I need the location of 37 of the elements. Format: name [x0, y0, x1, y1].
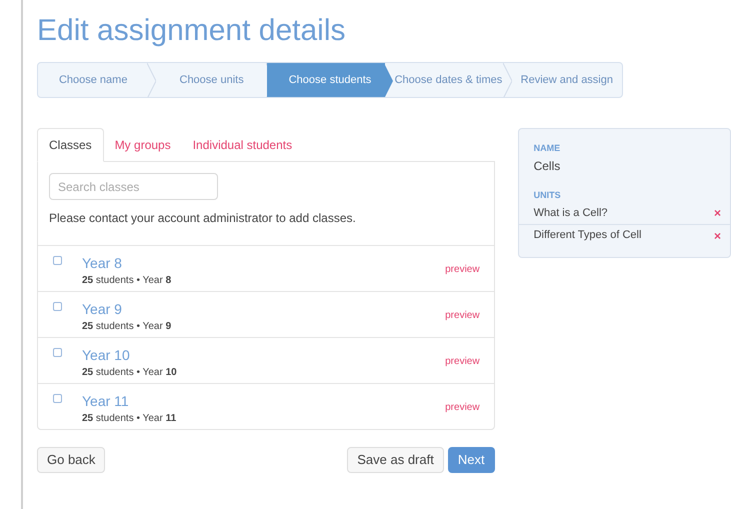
notice-text: Please contact your account administrator to add classes.	[49, 210, 357, 227]
class-meta: 25 students • Year 10	[82, 366, 178, 380]
step-tab[interactable]: Choose units	[148, 63, 267, 97]
checkbox[interactable]	[53, 302, 62, 311]
class-meta: 25 students • Year 9	[82, 320, 172, 334]
unit-name: Different Types of Cell	[534, 228, 642, 244]
class-name[interactable]: Year 10	[82, 347, 446, 363]
units-label: UNITS	[532, 188, 562, 202]
class-name[interactable]: Year 9	[82, 301, 446, 317]
page-title: Edit assignment details	[37, 14, 346, 48]
class-name[interactable]: Year 8	[82, 255, 446, 271]
step-tab[interactable]: Review and assign	[504, 63, 622, 97]
class-name[interactable]: Year 11	[82, 393, 446, 409]
checkbox[interactable]	[53, 394, 62, 403]
tab[interactable]: My groups	[104, 128, 182, 162]
class-meta: 25 students • Year 8	[82, 274, 172, 288]
unit-name: What is a Cell?	[534, 206, 609, 221]
assignment-name: Cells	[532, 158, 562, 174]
search-field[interactable]: Search classes	[49, 173, 218, 200]
step-tab[interactable]: Choose dates & times	[385, 63, 504, 97]
preview-link[interactable]: preview	[445, 308, 480, 323]
checkbox[interactable]	[53, 348, 62, 357]
tab[interactable]: Individual students	[182, 128, 304, 162]
preview-link[interactable]: preview	[445, 400, 480, 415]
class-meta: 25 students • Year 11	[82, 412, 178, 426]
preview-link[interactable]: preview	[445, 354, 480, 369]
tab[interactable]: Classes	[37, 128, 104, 162]
preview-link[interactable]: preview	[445, 262, 480, 277]
go-back-button[interactable]: Go back	[37, 447, 106, 473]
remove-icon[interactable]: ×	[714, 204, 721, 222]
name-label: NAME	[532, 142, 562, 155]
next-button[interactable]: Next	[448, 447, 495, 473]
checkbox[interactable]	[53, 256, 62, 265]
chevron-icon	[384, 63, 394, 97]
remove-icon[interactable]: ×	[714, 226, 721, 244]
save-draft-button[interactable]: Save as draft	[347, 447, 444, 473]
step-tab[interactable]: Choose name	[38, 63, 148, 97]
